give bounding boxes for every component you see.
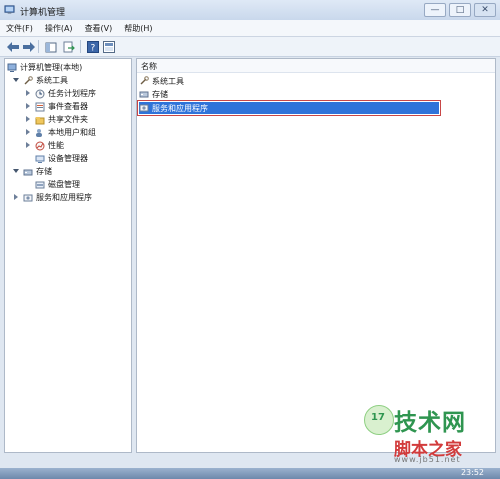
expand-icon[interactable] <box>25 142 32 149</box>
storage-icon <box>23 169 33 175</box>
tree-item-disk-management[interactable]: 磁盘管理 <box>35 178 80 191</box>
show-hide-tree-button[interactable] <box>44 40 57 53</box>
properties-button[interactable] <box>102 40 115 53</box>
services-icon <box>139 104 149 112</box>
computer-management-window: 计算机管理 — □ ✕ 文件(F) 操作(A) 查看(V) 帮助(H) ? 计算… <box>0 0 500 479</box>
tree-item-services-and-applications[interactable]: 服务和应用程序 <box>13 191 92 204</box>
computer-icon <box>7 63 17 72</box>
tree-item-performance[interactable]: 性能 <box>25 139 64 152</box>
tree-item-label: 磁盘管理 <box>48 180 80 189</box>
properties-icon <box>102 40 115 53</box>
minimize-icon: — <box>430 5 440 15</box>
shared-folder-icon <box>35 116 45 124</box>
window-controls: — □ ✕ <box>424 3 496 17</box>
expand-icon[interactable] <box>25 103 32 110</box>
expand-icon[interactable] <box>13 194 20 201</box>
tree-item-label: 存储 <box>36 167 52 176</box>
tree-item-label: 性能 <box>48 141 64 150</box>
back-button[interactable] <box>6 40 19 53</box>
menu-view[interactable]: 查看(V) <box>79 23 119 34</box>
expand-collapse-icon[interactable] <box>13 77 20 84</box>
toolbar-separator <box>80 40 81 53</box>
tools-icon <box>24 75 33 84</box>
tree-item-event-viewer[interactable]: 事件查看器 <box>25 100 88 113</box>
clock-icon <box>35 89 45 98</box>
help-icon: ? <box>86 40 99 53</box>
watermark-logo: 17 <box>364 405 394 435</box>
disk-management-icon <box>35 181 45 188</box>
tools-icon <box>140 76 149 85</box>
tree-item-shared-folders[interactable]: 共享文件夹 <box>25 113 88 126</box>
toolbar: ? <box>0 37 500 57</box>
column-header-label: 名称 <box>141 62 157 71</box>
up-folder-icon <box>45 42 56 52</box>
window-title: 计算机管理 <box>20 8 66 18</box>
export-icon <box>63 41 75 52</box>
list-item-label: 存储 <box>152 89 168 99</box>
tree-item-label: 共享文件夹 <box>48 115 88 124</box>
forward-arrow-icon <box>22 41 35 52</box>
list-item-label: 系统工具 <box>152 76 184 86</box>
logo-mark: 17 <box>371 412 385 423</box>
tree-item-storage[interactable]: 存储 <box>13 165 52 178</box>
title-bar[interactable]: 计算机管理 — □ ✕ <box>0 0 500 21</box>
column-header-name[interactable]: 名称 <box>137 59 495 73</box>
tree-item-task-scheduler[interactable]: 任务计划程序 <box>25 87 96 100</box>
tree-item-system-tools[interactable]: 系统工具 <box>13 74 68 87</box>
watermark: 17 技术网 脚本之家 www.jb51.net <box>362 401 494 467</box>
computer-management-icon <box>4 5 15 14</box>
svg-text:?: ? <box>90 43 95 53</box>
maximize-icon: □ <box>455 5 465 15</box>
tree-item-label: 系统工具 <box>36 76 68 85</box>
close-icon: ✕ <box>481 5 489 15</box>
taskbar: 23:52 <box>0 468 500 479</box>
menu-help[interactable]: 帮助(H) <box>118 23 158 34</box>
users-icon <box>36 128 42 137</box>
tree-item-label: 本地用户和组 <box>48 128 96 137</box>
watermark-main-text: 技术网 <box>394 410 466 436</box>
taskbar-clock[interactable]: 23:52 <box>461 468 484 477</box>
tree-item-local-users-groups[interactable]: 本地用户和组 <box>25 126 96 139</box>
export-list-button[interactable] <box>62 40 75 53</box>
list-item-services-and-applications[interactable]: 服务和应用程序 <box>137 100 441 116</box>
expand-icon[interactable] <box>25 129 32 136</box>
navigation-tree-pane[interactable]: 计算机管理(本地) 系统工具 任务计划程序 事件查看器 共享文件夹 本地用户和组… <box>4 58 132 453</box>
device-manager-icon <box>35 155 45 163</box>
tree-item-label: 任务计划程序 <box>48 89 96 98</box>
list-item-label: 服务和应用程序 <box>152 103 208 113</box>
tree-root-label: 计算机管理(本地) <box>20 63 83 72</box>
tree-item-label: 服务和应用程序 <box>36 193 92 202</box>
menu-action[interactable]: 操作(A) <box>39 23 79 34</box>
tree-item-label: 设备管理器 <box>48 154 88 163</box>
list-item-storage[interactable]: 存储 <box>139 88 439 100</box>
tree-item-device-manager[interactable]: 设备管理器 <box>35 152 88 165</box>
tree-root-item[interactable]: 计算机管理(本地) <box>7 61 82 74</box>
menu-file[interactable]: 文件(F) <box>0 23 39 34</box>
help-button[interactable]: ? <box>86 40 99 53</box>
event-viewer-icon <box>35 102 45 111</box>
list-item-system-tools[interactable]: 系统工具 <box>139 75 439 87</box>
expand-collapse-icon[interactable] <box>13 168 20 175</box>
services-icon <box>23 194 33 201</box>
watermark-url: www.jb51.net <box>394 455 461 464</box>
tree-item-label: 事件查看器 <box>48 102 88 111</box>
forward-button[interactable] <box>22 40 35 53</box>
maximize-button[interactable]: □ <box>449 3 471 17</box>
toolbar-separator <box>38 40 39 53</box>
details-pane[interactable]: 名称 系统工具 存储 服务和应用程序 <box>136 58 496 453</box>
storage-icon <box>139 91 149 98</box>
back-arrow-icon <box>6 41 19 52</box>
minimize-button[interactable]: — <box>424 3 446 17</box>
performance-icon <box>35 141 45 150</box>
expand-icon[interactable] <box>25 116 32 123</box>
menu-bar: 文件(F) 操作(A) 查看(V) 帮助(H) <box>0 20 500 37</box>
expand-icon[interactable] <box>25 90 32 97</box>
close-button[interactable]: ✕ <box>474 3 496 17</box>
